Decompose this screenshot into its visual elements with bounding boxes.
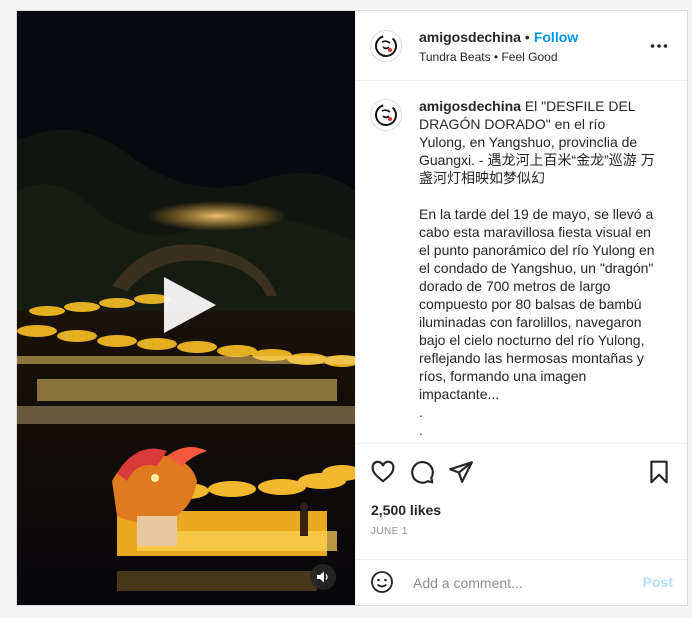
comment-bar: Post bbox=[356, 559, 687, 605]
bookmark-icon bbox=[650, 460, 668, 484]
emoji-icon bbox=[371, 571, 393, 593]
separator-dot: • bbox=[524, 29, 530, 45]
comment-button[interactable] bbox=[409, 459, 435, 485]
caption-username[interactable]: amigosdechina bbox=[419, 98, 521, 114]
comment-icon bbox=[411, 461, 434, 484]
post-card: amigosdechina • Follow Tundra Beats • Feel… bbox=[16, 10, 688, 606]
share-button[interactable] bbox=[448, 459, 474, 485]
caption-dot: . bbox=[419, 404, 423, 420]
play-icon bbox=[164, 277, 216, 333]
header-title-line: amigosdechina • Follow bbox=[419, 29, 578, 45]
caption-scroll-area[interactable]: amigosdechina El "DESFILE DEL DRAGÓN DOR… bbox=[356, 81, 687, 443]
speaker-icon bbox=[317, 571, 328, 583]
avatar[interactable] bbox=[370, 99, 402, 131]
post-caption: amigosdechina El "DESFILE DEL DRAGÓN DOR… bbox=[419, 97, 655, 439]
caption-dot: . bbox=[419, 422, 423, 438]
likes-count[interactable]: 2,500 likes bbox=[371, 502, 441, 518]
emoji-button[interactable] bbox=[370, 570, 394, 594]
avatar[interactable] bbox=[370, 30, 402, 62]
more-options-icon bbox=[650, 44, 668, 48]
post-date[interactable]: JUNE 1 bbox=[371, 526, 408, 537]
more-options-button[interactable] bbox=[649, 36, 669, 56]
post-details-panel: amigosdechina • Follow Tundra Beats • Feel… bbox=[355, 11, 687, 605]
username-link[interactable]: amigosdechina bbox=[419, 29, 521, 45]
follow-button[interactable]: Follow bbox=[534, 29, 578, 45]
post-header: amigosdechina • Follow Tundra Beats • Feel… bbox=[356, 11, 687, 81]
heart-icon bbox=[371, 460, 395, 483]
audio-track-link[interactable]: Tundra Beats • Feel Good bbox=[419, 50, 558, 64]
post-comment-button[interactable]: Post bbox=[643, 574, 673, 590]
play-button[interactable] bbox=[156, 273, 220, 337]
mute-button[interactable] bbox=[310, 564, 336, 590]
profile-logo-icon bbox=[375, 104, 397, 126]
save-button[interactable] bbox=[646, 459, 672, 485]
comment-input[interactable] bbox=[411, 572, 635, 594]
profile-logo-icon bbox=[375, 35, 397, 57]
post-video[interactable] bbox=[17, 11, 355, 605]
like-button[interactable] bbox=[370, 459, 396, 485]
share-icon bbox=[449, 461, 473, 483]
caption-body: En la tarde del 19 de mayo, se llevó a c… bbox=[419, 206, 655, 402]
